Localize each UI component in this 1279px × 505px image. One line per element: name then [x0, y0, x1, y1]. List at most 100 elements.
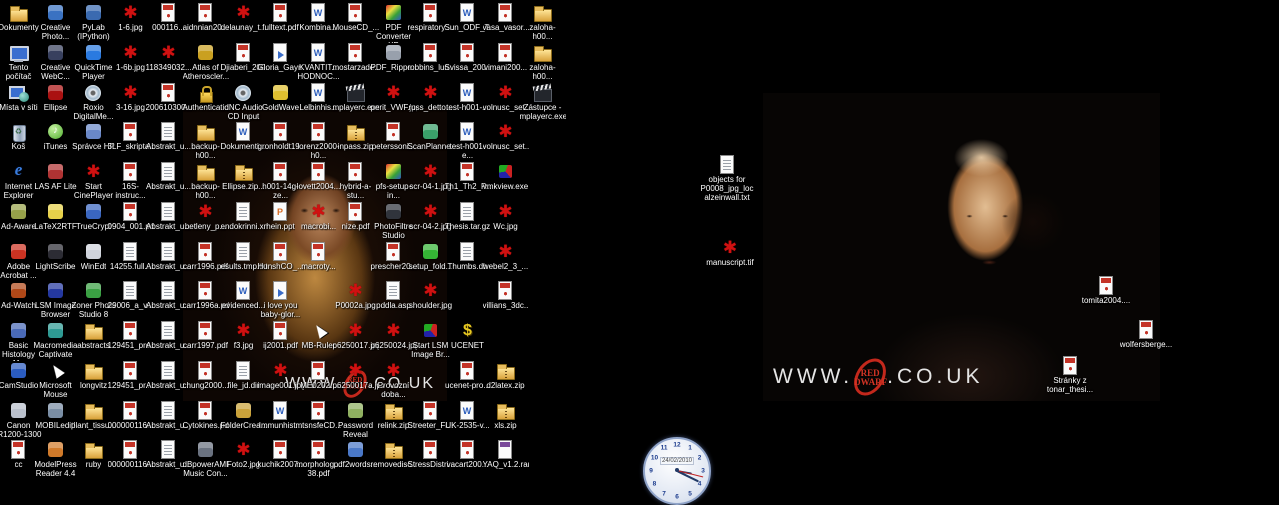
desktop-icon-1-6-jpg[interactable]: 1-6.jpg: [112, 3, 149, 33]
desktop-icon-pfs-setup-in[interactable]: pfs-setup-in...: [375, 162, 412, 201]
desktop-icon-itunes[interactable]: iTunes: [37, 122, 74, 152]
desktop-icon-longvitz[interactable]: longvitz: [75, 361, 112, 391]
desktop-icon-me0202[interactable]: ME0202...: [300, 361, 337, 391]
desktop-icon-carr1996a-pdf[interactable]: carr1996a.pdf: [187, 281, 224, 311]
desktop-icon-lightscribe[interactable]: LightScribe: [37, 242, 74, 272]
desktop-icon-scanplanne[interactable]: ScanPlanne...: [412, 122, 449, 152]
desktop-icon-plant-tissu[interactable]: plant_tissu...: [75, 401, 112, 431]
desktop-icon-cc[interactable]: cc: [0, 440, 37, 470]
desktop-icon-ko[interactable]: Koš: [0, 122, 37, 152]
desktop-icon-3-16-jpg[interactable]: 3-16.jpg: [112, 83, 149, 113]
desktop-icon-mb-ruler[interactable]: MB-Ruler: [300, 321, 337, 351]
desktop-icon-peterssoni[interactable]: peterssoni...: [375, 122, 412, 152]
desktop-icon-ellipse[interactable]: Ellipse: [37, 83, 74, 113]
desktop-icon-000116[interactable]: 000116...: [150, 3, 187, 33]
desktop-icon-dnc-audio-cd-input[interactable]: dNC Audio CD Input: [225, 83, 262, 122]
desktop-icon-z-stupce-mplayerc-exe[interactable]: Zástupce - mplayerc.exe: [524, 83, 561, 122]
desktop-icon-abstrakt-u[interactable]: Abstrakt_u...: [150, 122, 187, 152]
desktop-icon-carr1997-pdf[interactable]: carr1997.pdf: [187, 321, 224, 351]
desktop-icon-1-6b-jpg[interactable]: 1-6b.jpg: [112, 43, 149, 73]
desktop-icon-pdf-rippe[interactable]: PDF_Rippe...: [375, 43, 412, 73]
desktop-icon-abstrakt-u[interactable]: Abstrakt_u...: [150, 242, 187, 272]
desktop-icon-setup-fold[interactable]: setup_fold...: [412, 242, 449, 272]
desktop-icon-pdf2words[interactable]: pdf2words...: [337, 440, 374, 470]
desktop-icon-endokrinni-xml[interactable]: endokrinni.xml: [225, 202, 262, 232]
desktop-icon-file-jd-dir[interactable]: file_jd.dir: [225, 361, 262, 391]
desktop-icon-macromedia-captivate[interactable]: Macromedia Captivate: [37, 321, 74, 360]
desktop-icon-pdf-converter-xp[interactable]: PDF Converter XP: [375, 3, 412, 43]
desktop-icon-streeter-fi[interactable]: Streeter_Fi...: [412, 401, 449, 431]
desktop-icon-thumbs-db[interactable]: Thumbs.db: [449, 242, 486, 272]
desktop-icon-p6250017-jpg[interactable]: p6250017.jpg: [337, 321, 374, 351]
desktop-icon-password-reveal[interactable]: Password Reveal: [337, 401, 374, 440]
desktop-icon-hein-ppt[interactable]: hein.ppt: [262, 202, 299, 232]
desktop-icon-wc-jpg[interactable]: Wc.jpg: [487, 202, 524, 232]
desktop-icon-macrobi[interactable]: macrobi...: [300, 202, 337, 232]
desktop-icon-microsoft-mouse[interactable]: Microsoft Mouse: [37, 361, 74, 400]
desktop-icon-xls-zip[interactable]: xls.zip: [487, 401, 524, 431]
desktop-icon-villians-3dc[interactable]: villians_3dc...: [487, 281, 524, 311]
desktop-icon-sun-odf-t[interactable]: Sun_ODF_T...: [449, 3, 486, 33]
desktop-icon-russ-detto[interactable]: russ_detto...: [412, 83, 449, 113]
desktop-icon-mtsnsfecd[interactable]: mtsnsfeCD....: [300, 401, 337, 431]
desktop-icon-129451-pro[interactable]: 129451_pro...: [112, 321, 149, 351]
desktop-icon-image001-jpg[interactable]: image001.jpg: [262, 361, 299, 391]
desktop-icon-robbins-lun[interactable]: robbins_lun...: [412, 43, 449, 73]
desktop-icon-zoner-photo-studio-8[interactable]: Zoner Photo Studio 8: [75, 281, 112, 320]
desktop-icon-photofiltre-studio[interactable]: PhotoFiltre Studio: [375, 202, 412, 241]
desktop-icon-d2latex-zip[interactable]: d2latex.zip: [487, 361, 524, 391]
desktop-icon-start-lsm-image-br[interactable]: Start LSM Image Br...: [412, 321, 449, 360]
desktop-icon-lelbinhis[interactable]: Lelbinhis...: [300, 83, 337, 113]
desktop-icon-zaloha-h00[interactable]: zaloha-h00...: [524, 43, 561, 82]
desktop-icon-wolfersberge[interactable]: wolfersberge...: [1113, 320, 1179, 350]
desktop-icon-gronholdt19[interactable]: gronholdt19...: [262, 122, 299, 152]
desktop-icon-ucenet[interactable]: UCENET: [449, 321, 486, 351]
desktop-icon-backup-h00[interactable]: backup-h00...: [187, 162, 224, 201]
desktop-icon-evidenced[interactable]: evidenced...: [225, 281, 262, 311]
desktop-icon-chung2000[interactable]: chung2000....: [187, 361, 224, 391]
desktop-icon-uk-2535-v[interactable]: UK-2535-v...: [449, 401, 486, 431]
desktop-icon-p6250017a-jpg[interactable]: p6250017a.jpg: [337, 361, 374, 391]
desktop-icon-000000116[interactable]: 000000116....: [112, 440, 149, 470]
desktop-icon-lsm-image-browser[interactable]: LSM Image Browser: [37, 281, 74, 320]
desktop-icon-abstrakt-u[interactable]: Abstrakt_u...: [150, 361, 187, 391]
desktop-icon-abstrakt-u[interactable]: Abstrakt_u...: [150, 440, 187, 470]
desktop-icon-fulltext-pdf[interactable]: fulltext.pdf: [262, 3, 299, 33]
desktop-icon-prescher20[interactable]: prescher20...: [375, 242, 412, 272]
desktop-icon-perit-vwf-jpg[interactable]: perit_VWF.jpg: [375, 83, 412, 113]
desktop-icon-14255-full[interactable]: 14255.full...: [112, 242, 149, 272]
desktop-icon-abstrakt-u[interactable]: Abstrakt_u...: [150, 401, 187, 431]
desktop-icon-ad-aware[interactable]: Ad-Aware: [0, 202, 37, 232]
desktop-icon-carr1996-pdf[interactable]: carr1996.pdf: [187, 242, 224, 272]
desktop-icon-ellipse-zip[interactable]: Ellipse.zip...: [225, 162, 262, 192]
desktop-icon-betleny-p[interactable]: betleny_p...: [187, 202, 224, 232]
desktop-icon-lovett2004[interactable]: lovett2004...: [300, 162, 337, 192]
desktop-icon-abstrakt-u[interactable]: Abstrakt_u...: [150, 281, 187, 311]
desktop-icon-stressdistri[interactable]: StressDistri...: [412, 440, 449, 470]
desktop-icon-129451-pr[interactable]: 129451_pr....: [112, 361, 149, 391]
desktop-icon-f3-jpg[interactable]: f3.jpg: [225, 321, 262, 351]
desktop-icon-abstrakt-u[interactable]: Abstrakt_u...: [150, 321, 187, 351]
desktop-icon-adobe-acrobat[interactable]: Adobe Acrobat ...: [0, 242, 37, 281]
desktop-icon-canon-ir1200-1300[interactable]: Canon iR1200-1300: [0, 401, 37, 440]
desktop-icon-volnusc-set[interactable]: volnusc_set...: [487, 122, 524, 152]
desktop-icon-provozn-doba[interactable]: Provozní doba...: [375, 361, 412, 400]
desktop-icon-0904-001-pdf[interactable]: 0904_001.pdf: [112, 202, 149, 232]
desktop-icon-shoulder-jpg[interactable]: shoulder.jpg: [412, 281, 449, 311]
desktop-icon-creative-webc[interactable]: Creative WebC...: [37, 43, 74, 82]
desktop-icon-3lf-skripta[interactable]: 3LF_skripta....: [112, 122, 149, 152]
desktop-icon-vmkview-exe[interactable]: vmkview.exe: [487, 162, 524, 192]
desktop-icon-nize-pdf[interactable]: nize.pdf: [337, 202, 374, 232]
desktop-icon-dokumenti[interactable]: Dokumenti....: [225, 122, 262, 152]
desktop-icon-volnusc-set[interactable]: volnusc_set...: [487, 83, 524, 113]
desktop-icon-vimani200[interactable]: vimani200...: [487, 43, 524, 73]
desktop-icon-200610300[interactable]: 200610300...: [150, 83, 187, 113]
desktop-icon-ucenet-pro[interactable]: ucenet-pro...: [449, 361, 486, 391]
desktop-icon-delaunay-t[interactable]: delaunay_t...: [225, 3, 262, 33]
desktop-icon-m-sta-v-s-ti[interactable]: Místa v síti: [0, 83, 37, 113]
desktop-icon-29006-a-v[interactable]: 29006_a_v...: [112, 281, 149, 311]
desktop-icon-kombina[interactable]: Kombina...: [300, 3, 337, 33]
desktop-icon-latex2rtf[interactable]: LaTeX2RTF: [37, 202, 74, 232]
desktop-icon-16s-instruc[interactable]: 16S-instruc...: [112, 162, 149, 201]
desktop-icon-abstracts[interactable]: abstracts: [75, 321, 112, 351]
